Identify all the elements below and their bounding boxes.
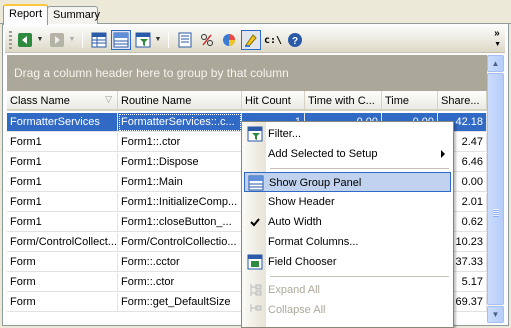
grid-header: Class Name ▽ Routine Name Hit Count Time … [7,91,487,111]
cell-routine-name: Form/ControlCollectio... [118,233,242,252]
cell-class-name: Form1 [7,153,118,172]
cell-routine-name: Form1::Dispose [118,153,242,172]
svg-text:?: ? [292,36,298,47]
filter-dropdown-icon[interactable]: ▽ [105,94,112,105]
back-button[interactable] [15,30,35,50]
scroll-down-icon: ▼ [491,310,500,319]
submenu-arrow-icon [441,150,445,158]
context-menu: Filter... Add Selected to Setup Show Gro… [241,121,454,328]
cell-routine-name: Form1::Main [118,173,242,192]
back-dropdown-icon[interactable]: ▼ [36,34,44,46]
forward-dropdown-icon: ▼ [68,36,76,43]
cell-class-name: Form [7,253,118,272]
menu-item-format-columns[interactable]: Format Columns... [244,232,451,252]
chart-button[interactable] [219,30,239,50]
cell-class-name: Form1 [7,213,118,232]
path-button[interactable]: c:\ [263,30,283,50]
grid-view-button[interactable] [89,30,109,50]
column-header-class-name[interactable]: Class Name ▽ [7,91,118,110]
scroll-down-button[interactable]: ▼ [487,306,504,323]
menu-separator [270,276,449,277]
path-icon: c:\ [263,34,283,46]
filter-button[interactable] [133,30,153,50]
highlight-button[interactable] [241,30,261,50]
column-header-hit-count[interactable]: Hit Count [242,91,305,110]
tab-summary[interactable]: Summary [47,6,100,24]
forward-icon [50,33,64,47]
toolbar-separator [82,32,83,48]
group-panel-button[interactable] [111,30,131,50]
menu-item-auto-width[interactable]: Auto Width [244,212,451,232]
menu-item-collapse-all: Collapse All [244,300,451,320]
cell-class-name: Form1 [7,173,118,192]
check-icon [247,214,263,230]
menu-item-show-group-panel[interactable]: Show Group Panel [244,172,451,192]
column-header-time-with-children[interactable]: Time with C... [305,91,382,110]
cell-class-name: FormatterServices [7,113,118,132]
list-icon [178,32,192,48]
cell-class-name: Form [7,273,118,292]
column-header-routine-name[interactable]: Routine Name [118,91,242,110]
menu-item-show-header[interactable]: Show Header [244,192,451,212]
cell-routine-name: Form1::.ctor [118,133,242,152]
menu-item-filter[interactable]: Filter... [244,124,451,144]
menu-item-add-selected-to-setup[interactable]: Add Selected to Setup [244,144,451,164]
cell-routine-name: Form1::InitializeComp... [118,193,242,212]
toolbar-overflow-icon[interactable]: » ▼ [494,29,501,50]
group-panel-icon [113,32,129,48]
back-icon [18,33,32,47]
scroll-thumb-grip [493,209,499,217]
menu-item-field-chooser[interactable]: Field Chooser [244,252,451,272]
highlight-icon [245,34,257,47]
group-panel-icon [248,175,264,191]
menu-separator [270,168,449,169]
scroll-up-button[interactable]: ▲ [487,55,504,72]
chart-icon [223,34,235,46]
group-panel-hint: Drag a column header here to group by th… [14,66,289,80]
cell-class-name: Form/ControlCollect... [7,233,118,252]
list-button[interactable] [175,30,195,50]
cell-routine-name: FormatterServices::.c... [118,113,242,132]
toolbar-separator [168,32,169,48]
expand-icon [247,282,263,298]
cell-routine-name: Form::get_DefaultSize [118,293,242,312]
percent-button[interactable] [197,30,217,50]
column-header-time[interactable]: Time [382,91,438,110]
help-button[interactable]: ? [285,30,305,50]
vertical-scrollbar[interactable]: ▲ ▼ [487,55,504,323]
tab-report[interactable]: Report [3,4,48,25]
grid-view-icon [91,32,107,48]
cell-routine-name: Form::.cctor [118,253,242,272]
cell-class-name: Form1 [7,133,118,152]
scroll-up-icon: ▲ [491,59,500,68]
tab-strip: Report Summary [0,0,511,25]
percent-icon [201,34,213,46]
toolbar: ▼ ▼ ▼ c:\ ? » ▼ [5,27,505,53]
cell-class-name: Form [7,293,118,312]
scroll-thumb[interactable] [487,73,504,305]
cell-routine-name: Form1::closeButton_... [118,213,242,232]
field-chooser-icon [247,254,263,270]
column-header-share[interactable]: Share... [438,91,487,110]
help-icon: ? [288,33,302,47]
filter-dropdown-icon[interactable]: ▼ [154,34,162,46]
forward-button[interactable] [47,30,67,50]
filter-icon [135,32,151,48]
cell-routine-name: Form::.ctor [118,273,242,292]
toolbar-grip[interactable] [9,31,12,49]
menu-item-expand-all: Expand All [244,280,451,300]
collapse-icon [247,302,263,318]
filter-icon [247,126,263,142]
cell-class-name: Form1 [7,193,118,212]
